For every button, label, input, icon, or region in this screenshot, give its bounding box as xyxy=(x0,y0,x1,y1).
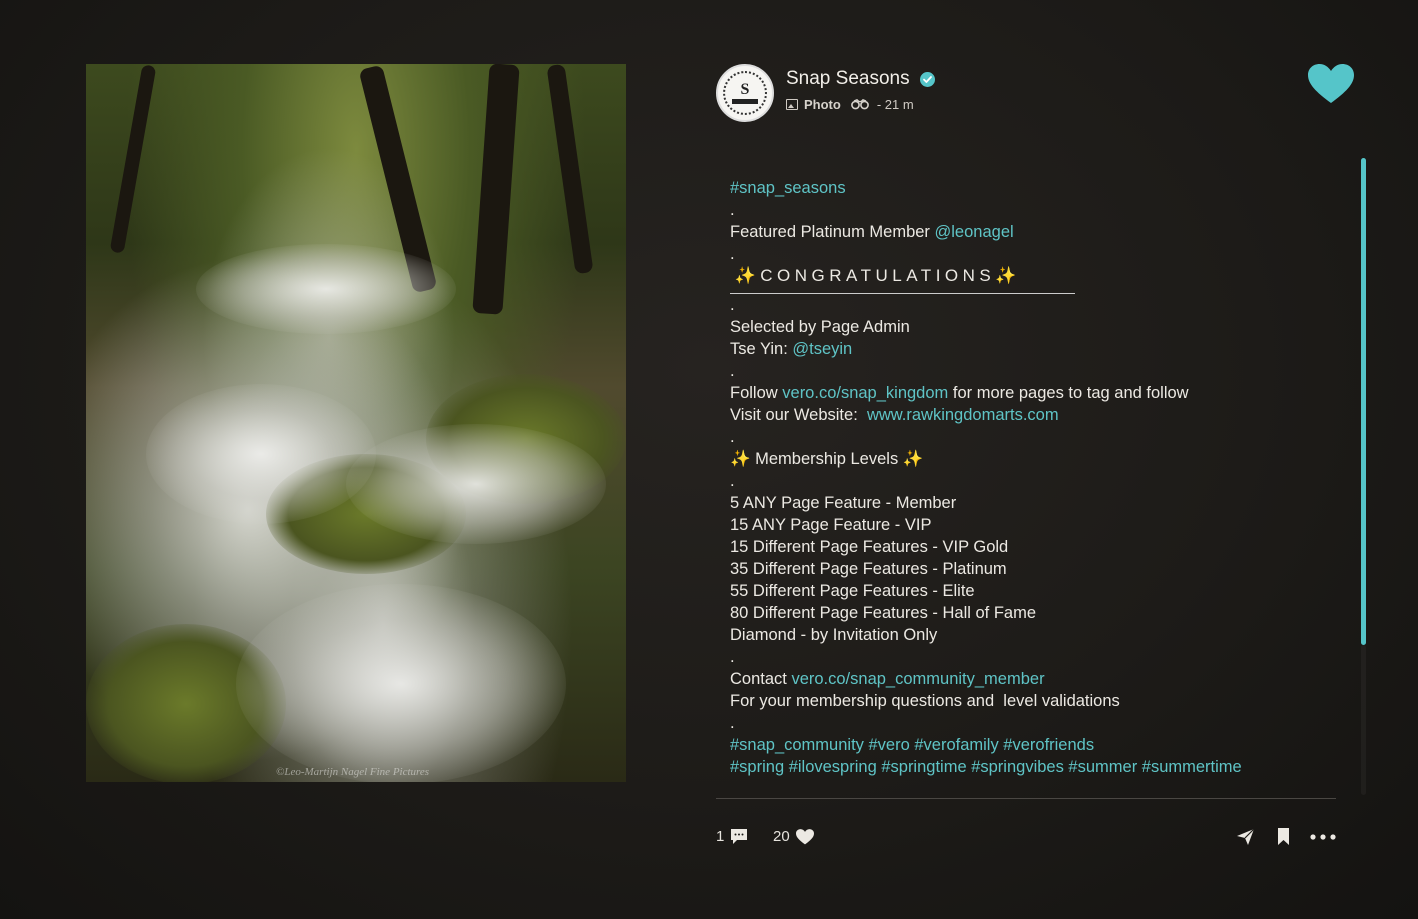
hashtags-line[interactable]: #spring #ilovespring #springtime #spring… xyxy=(730,758,1242,776)
account-avatar[interactable]: S xyxy=(716,64,774,122)
tree-trunk xyxy=(546,64,594,275)
membership-level: 55 Different Page Features - Elite xyxy=(730,582,975,600)
hashtags-line[interactable]: #snap_community #vero #verofamily #verof… xyxy=(730,736,1094,754)
verified-check-icon xyxy=(919,71,935,87)
dot: . xyxy=(730,201,735,219)
admin-prefix: Tse Yin: xyxy=(730,340,793,358)
website-prefix: Visit our Website: xyxy=(730,406,867,424)
tree-trunk xyxy=(109,64,157,254)
dot: . xyxy=(730,648,735,666)
post-type: Photo xyxy=(804,97,841,112)
dot: . xyxy=(730,296,735,314)
like-count: 20 xyxy=(773,828,790,845)
membership-level: 5 ANY Page Feature - Member xyxy=(730,494,957,512)
mention-link[interactable]: @tseyin xyxy=(792,340,852,358)
dot: . xyxy=(730,362,735,380)
heart-icon[interactable] xyxy=(1308,64,1354,104)
send-icon[interactable] xyxy=(1236,828,1255,846)
tree-trunk xyxy=(472,64,520,315)
contact-link[interactable]: vero.co/snap_community_member xyxy=(791,670,1044,688)
comment-count: 1 xyxy=(716,828,725,845)
membership-level: 15 ANY Page Feature - VIP xyxy=(730,516,932,534)
selected-by-text: Selected by Page Admin xyxy=(730,318,910,336)
more-dots-icon[interactable] xyxy=(1310,834,1336,840)
hashtag-link[interactable]: #snap_seasons xyxy=(730,179,846,197)
congrats-text: ✨CONGRATULATIONS✨ xyxy=(734,266,1021,285)
scrollbar-track[interactable] xyxy=(1361,645,1366,795)
photo-watermark: ©Leo-Martijn Nagel Fine Pictures xyxy=(276,766,430,778)
likes-button[interactable]: 20 xyxy=(773,828,814,845)
post-meta: Photo - 21 m xyxy=(786,97,914,112)
meta-separator: - xyxy=(876,97,882,112)
membership-level: 35 Different Page Features - Platinum xyxy=(730,560,1007,578)
membership-level: 15 Different Page Features - VIP Gold xyxy=(730,538,1009,556)
waterfall-stream xyxy=(196,244,456,334)
mention-link[interactable]: @leonagel xyxy=(935,223,1014,241)
membership-title: ✨ Membership Levels ✨ xyxy=(730,450,924,468)
bookmark-icon[interactable] xyxy=(1277,828,1290,845)
dot: . xyxy=(730,714,735,732)
dot: . xyxy=(730,472,735,490)
photo-type-icon xyxy=(786,99,798,110)
divider-line xyxy=(730,293,1075,294)
follow-link[interactable]: vero.co/snap_kingdom xyxy=(782,384,948,402)
dot: . xyxy=(730,245,735,263)
caption-container[interactable]: #snap_seasons . Featured Platinum Member… xyxy=(716,150,1336,799)
comment-bubble-icon xyxy=(731,829,748,844)
waterfall-stream xyxy=(346,424,606,544)
follow-prefix: Follow xyxy=(730,384,783,402)
heart-icon xyxy=(795,828,814,844)
follow-suffix: for more pages to tag and follow xyxy=(948,384,1189,402)
website-link[interactable]: www.rawkingdomarts.com xyxy=(867,406,1059,424)
post-actions: 1 20 xyxy=(716,826,1336,850)
post-caption: #snap_seasons . Featured Platinum Member… xyxy=(730,177,1330,778)
dot: . xyxy=(730,428,735,446)
account-name-text: Snap Seasons xyxy=(786,68,910,89)
contact-note: For your membership questions and level … xyxy=(730,692,1120,710)
account-name[interactable]: Snap Seasons xyxy=(786,68,935,90)
comments-button[interactable]: 1 xyxy=(716,828,748,845)
membership-level: 80 Different Page Features - Hall of Fam… xyxy=(730,604,1037,622)
waterfall-stream xyxy=(236,584,566,782)
featured-prefix: Featured Platinum Member xyxy=(730,223,935,241)
waterfall-stream xyxy=(146,384,376,524)
membership-level: Diamond - by Invitation Only xyxy=(730,626,938,644)
scrollbar-thumb[interactable] xyxy=(1361,158,1366,645)
avatar-logo: S xyxy=(723,71,767,115)
binoculars-icon xyxy=(850,99,869,110)
post-photo[interactable]: ©Leo-Martijn Nagel Fine Pictures xyxy=(86,64,626,782)
post-time: 21 m xyxy=(884,97,914,112)
contact-prefix: Contact xyxy=(730,670,792,688)
